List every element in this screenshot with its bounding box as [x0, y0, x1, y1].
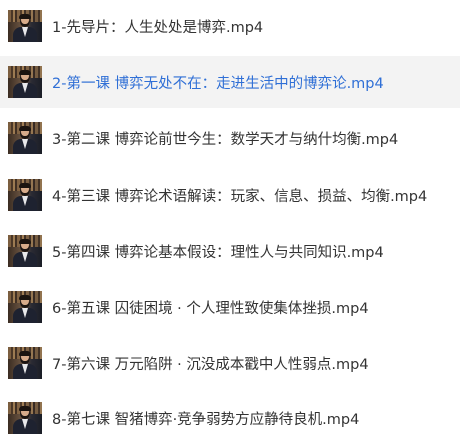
video-thumbnail-icon	[8, 291, 42, 323]
playlist-item[interactable]: 3-第二课 博弈论前世今生：数学天才与纳什均衡.mp4	[0, 112, 460, 164]
video-thumbnail-icon	[8, 66, 42, 98]
playlist-item-title: 2-第一课 博弈无处不在：走进生活中的博弈论.mp4	[52, 75, 384, 92]
playlist-item-title: 5-第四课 博弈论基本假设：理性人与共同知识.mp4	[52, 244, 384, 261]
playlist-item-title: 6-第五课 囚徒困境 · 个人理性致使集体挫损.mp4	[52, 300, 369, 317]
video-thumbnail-icon	[8, 235, 42, 267]
video-playlist: 1-先导片：人生处处是博弈.mp4 2-第一课 博弈无处不在：走进生活中的博弈论…	[0, 0, 460, 444]
video-thumbnail-icon	[8, 122, 42, 154]
playlist-item-title: 8-第七课 智猪博弈·竞争弱势方应静待良机.mp4	[52, 411, 360, 428]
playlist-item-title: 3-第二课 博弈论前世今生：数学天才与纳什均衡.mp4	[52, 131, 399, 148]
playlist-item-title: 7-第六课 万元陷阱 · 沉没成本戳中人性弱点.mp4	[52, 356, 369, 373]
playlist-item-title: 1-先导片：人生处处是博弈.mp4	[52, 19, 264, 36]
video-thumbnail-icon	[8, 10, 42, 42]
playlist-item[interactable]: 8-第七课 智猪博弈·竞争弱势方应静待良机.mp4	[0, 392, 460, 444]
playlist-item[interactable]: 7-第六课 万元陷阱 · 沉没成本戳中人性弱点.mp4	[0, 337, 460, 389]
video-thumbnail-icon	[8, 347, 42, 379]
playlist-item-active[interactable]: 2-第一课 博弈无处不在：走进生活中的博弈论.mp4	[0, 56, 460, 108]
playlist-item[interactable]: 5-第四课 博弈论基本假设：理性人与共同知识.mp4	[0, 225, 460, 277]
playlist-item-title: 4-第三课 博弈论术语解读：玩家、信息、损益、均衡.mp4	[52, 188, 428, 205]
video-thumbnail-icon	[8, 402, 42, 434]
playlist-item[interactable]: 4-第三课 博弈论术语解读：玩家、信息、损益、均衡.mp4	[0, 169, 460, 221]
video-thumbnail-icon	[8, 179, 42, 211]
playlist-item[interactable]: 6-第五课 囚徒困境 · 个人理性致使集体挫损.mp4	[0, 281, 460, 333]
playlist-item[interactable]: 1-先导片：人生处处是博弈.mp4	[0, 0, 460, 52]
